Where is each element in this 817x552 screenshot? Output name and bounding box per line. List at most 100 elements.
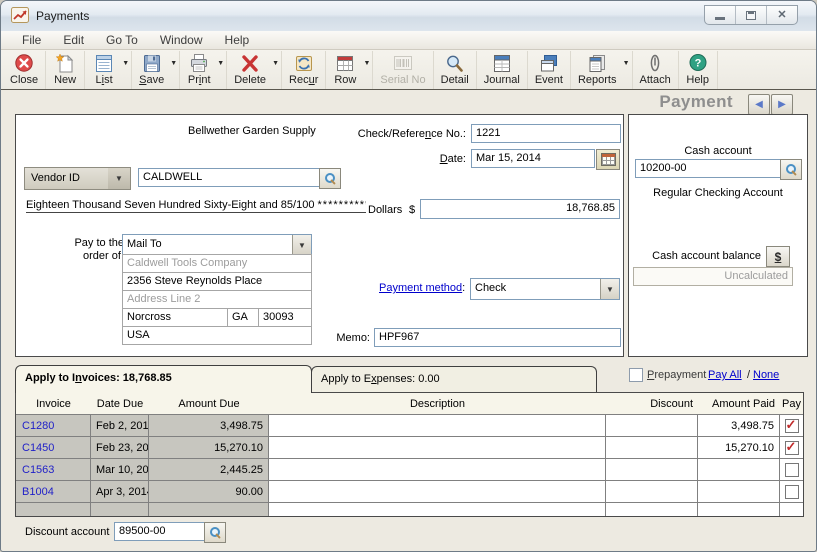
chevron-down-icon[interactable]: ▼	[600, 279, 619, 299]
amount-paid-cell[interactable]: 3,498.75	[698, 415, 780, 436]
invoice-link[interactable]: C1280	[16, 415, 91, 436]
next-record-button[interactable]: ▶	[771, 94, 793, 115]
row-button[interactable]: Row ▼	[326, 51, 373, 89]
calendar-button[interactable]	[596, 149, 620, 170]
country-field[interactable]: USA	[122, 326, 312, 345]
app-icon	[11, 7, 29, 23]
close-circle-icon	[12, 53, 36, 74]
prepayment-label: Prepayment	[647, 369, 706, 381]
description-cell[interactable]	[269, 481, 606, 502]
description-cell[interactable]	[269, 437, 606, 458]
journal-button[interactable]: Journal	[477, 51, 528, 89]
reports-button[interactable]: Reports ▼	[571, 51, 633, 89]
title-bar[interactable]: Payments ✕	[1, 1, 816, 32]
dropdown-arrow-icon[interactable]: ▼	[217, 60, 224, 67]
amount-words-text: Eighteen Thousand Seven Hundred Sixty-Ei…	[26, 199, 314, 211]
pay-checkbox[interactable]	[785, 485, 799, 499]
invoice-link[interactable]: C1450	[16, 437, 91, 458]
payment-method-dropdown[interactable]: Check ▼	[470, 278, 620, 300]
check-reference-input[interactable]: 1221	[471, 124, 621, 143]
amount-paid-cell[interactable]: 15,270.10	[698, 437, 780, 458]
amount-paid-cell[interactable]	[698, 481, 780, 502]
state-field[interactable]: GA	[227, 308, 259, 327]
print-button[interactable]: Print ▼	[180, 51, 227, 89]
cash-account-label: Cash account	[629, 145, 807, 157]
new-button[interactable]: New	[46, 51, 85, 89]
payee-name-field[interactable]: Caldwell Tools Company	[122, 254, 312, 273]
cash-account-input[interactable]: 10200-00	[635, 159, 781, 178]
city-field[interactable]: Norcross	[122, 308, 228, 327]
description-cell[interactable]	[269, 503, 606, 516]
invoice-link[interactable]: C1563	[16, 459, 91, 480]
pay-checkbox[interactable]	[785, 463, 799, 477]
dropdown-arrow-icon[interactable]: ▼	[122, 60, 129, 67]
vendor-id-dropdown-button[interactable]: ▼	[108, 167, 131, 190]
discount-cell[interactable]	[606, 415, 698, 436]
close-toolbar-button[interactable]: Close	[3, 51, 46, 89]
table-row: B1004 Apr 3, 2014 90.00	[16, 481, 803, 503]
event-button[interactable]: Event	[528, 51, 571, 89]
pay-checkbox[interactable]	[785, 419, 799, 433]
cash-account-name: Regular Checking Account	[629, 187, 807, 199]
amount-input[interactable]: 18,768.85	[420, 199, 620, 219]
description-cell[interactable]	[269, 459, 606, 480]
tab-apply-to-invoices[interactable]: Apply to Invoices: 18,768.85	[15, 365, 312, 393]
discount-cell[interactable]	[606, 459, 698, 480]
close-button[interactable]: ✕	[767, 6, 797, 24]
menu-file[interactable]: File	[11, 31, 52, 49]
detail-button[interactable]: Detail	[434, 51, 477, 89]
amount-paid-cell[interactable]	[698, 459, 780, 480]
payment-method-link[interactable]: Payment method	[379, 282, 462, 294]
dropdown-arrow-icon[interactable]: ▼	[363, 60, 370, 67]
menu-goto[interactable]: Go To	[95, 31, 149, 49]
memo-input[interactable]: HPF967	[374, 328, 621, 347]
svg-text:?: ?	[694, 58, 701, 70]
save-button[interactable]: Save ▼	[132, 51, 180, 89]
recur-button[interactable]: Recur	[282, 51, 326, 89]
discount-cell[interactable]	[606, 503, 698, 516]
new-document-icon	[53, 53, 77, 74]
pay-checkbox[interactable]	[785, 441, 799, 455]
list-button[interactable]: List ▼	[85, 51, 132, 89]
minimize-button[interactable]	[705, 6, 736, 24]
mail-to-dropdown[interactable]: Mail To ▼	[122, 234, 312, 256]
magnifier-icon	[323, 172, 337, 185]
address-line1-field[interactable]: 2356 Steve Reynolds Place	[122, 272, 312, 291]
none-link[interactable]: None	[753, 369, 779, 381]
attach-button[interactable]: Attach	[633, 51, 679, 89]
chevron-down-icon[interactable]: ▼	[292, 235, 311, 255]
minimize-icon	[715, 17, 725, 20]
discount-account-input[interactable]: 89500-00	[114, 522, 206, 541]
vendor-id-input[interactable]: CALDWELL	[138, 168, 324, 187]
menu-help[interactable]: Help	[214, 31, 261, 49]
dropdown-arrow-icon[interactable]: ▼	[170, 60, 177, 67]
menu-window[interactable]: Window	[149, 31, 214, 49]
cash-account-lookup-button[interactable]	[780, 159, 802, 180]
menu-edit[interactable]: Edit	[52, 31, 95, 49]
tab-apply-to-expenses[interactable]: Apply to Expenses: 0.00	[311, 366, 597, 393]
invoice-link[interactable]: B1004	[16, 481, 91, 502]
amount-paid-cell[interactable]	[698, 503, 780, 516]
restore-button[interactable]	[736, 6, 767, 24]
dropdown-arrow-icon[interactable]: ▼	[623, 60, 630, 67]
recalculate-balance-button[interactable]: $	[766, 246, 790, 267]
zip-field[interactable]: 30093	[258, 308, 312, 327]
vendor-lookup-button[interactable]	[319, 168, 341, 189]
discount-account-lookup-button[interactable]	[204, 522, 226, 543]
discount-cell[interactable]	[606, 481, 698, 502]
previous-record-button[interactable]: ◀	[748, 94, 770, 115]
address-line2-field[interactable]: Address Line 2	[122, 290, 312, 309]
delete-button[interactable]: Delete ▼	[227, 51, 282, 89]
description-cell[interactable]	[269, 415, 606, 436]
cash-account-panel: Cash account 10200-00 Regular Checking A…	[628, 114, 808, 357]
cash-balance-value: Uncalculated	[633, 267, 793, 286]
dropdown-arrow-icon[interactable]: ▼	[272, 60, 279, 67]
arrow-left-icon: ◀	[755, 99, 763, 110]
prepayment-checkbox[interactable]	[629, 368, 643, 382]
discount-cell[interactable]	[606, 437, 698, 458]
journal-icon	[490, 53, 514, 74]
vendor-id-selector[interactable]: Vendor ID	[24, 167, 110, 190]
help-button[interactable]: ? Help	[679, 51, 718, 89]
pay-all-link[interactable]: Pay All	[708, 369, 742, 381]
date-input[interactable]: Mar 15, 2014	[471, 149, 595, 168]
